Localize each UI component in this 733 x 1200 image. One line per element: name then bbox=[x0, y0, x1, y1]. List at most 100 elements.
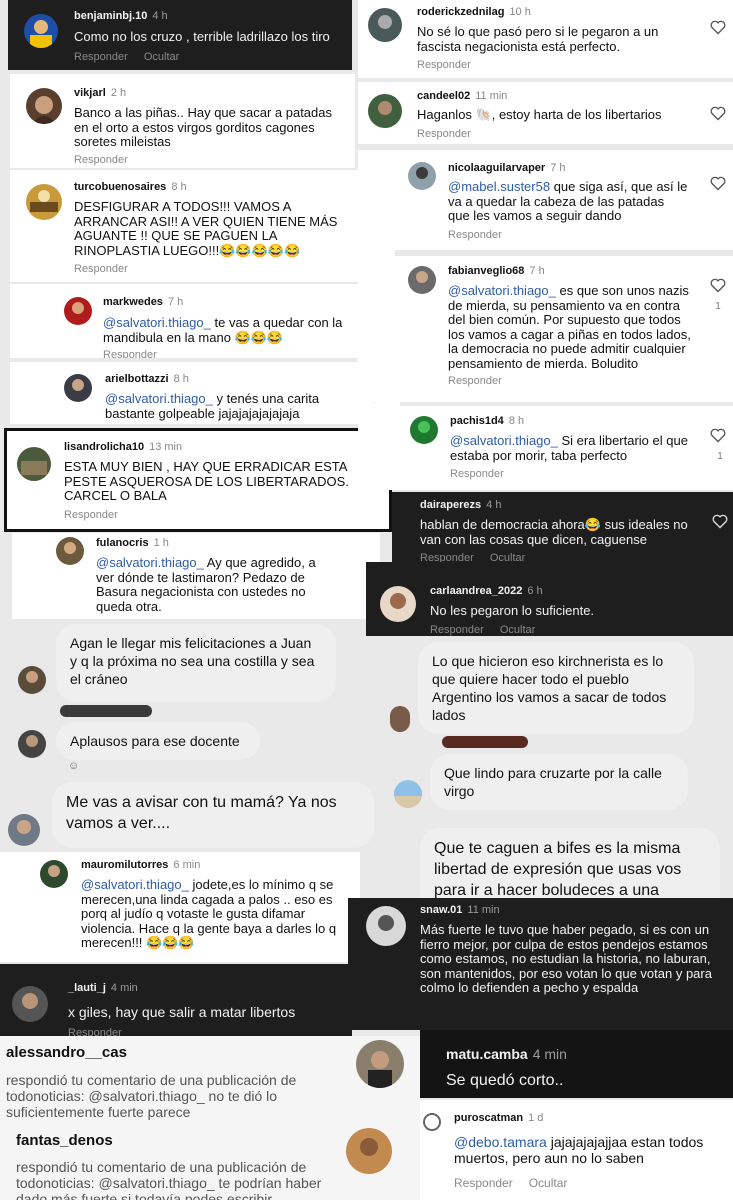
username[interactable]: roderickzednilag bbox=[417, 6, 504, 18]
reply-button[interactable]: Responder bbox=[430, 624, 484, 636]
reply-button[interactable]: Responder bbox=[68, 1027, 122, 1036]
username[interactable]: vikjarl bbox=[74, 87, 106, 99]
avatar[interactable] bbox=[26, 88, 62, 124]
timestamp: 8 h bbox=[173, 373, 189, 385]
avatar[interactable] bbox=[8, 814, 40, 846]
username[interactable]: mauromilutorres bbox=[81, 859, 168, 871]
timestamp: 11 min bbox=[475, 90, 508, 102]
username[interactable]: dairaperezs bbox=[420, 499, 481, 511]
avatar[interactable] bbox=[18, 666, 46, 694]
reply-button[interactable]: Responder bbox=[420, 552, 474, 562]
avatar[interactable] bbox=[408, 266, 436, 294]
heart-icon[interactable] bbox=[712, 514, 728, 529]
avatar[interactable] bbox=[366, 906, 406, 946]
avatar[interactable] bbox=[56, 537, 84, 565]
reply-button[interactable]: Responder bbox=[417, 128, 471, 140]
image-thumbnail[interactable] bbox=[442, 736, 528, 748]
mention-link[interactable]: @salvatori.thiago_ bbox=[450, 433, 558, 448]
mention-link[interactable]: @salvatori.thiago_ bbox=[96, 555, 204, 570]
timestamp: 7 h bbox=[529, 265, 545, 277]
heart-icon[interactable] bbox=[710, 20, 726, 35]
message-bubble: Que te caguen a bifes es la misma libert… bbox=[420, 828, 720, 899]
avatar[interactable] bbox=[346, 1128, 392, 1174]
username[interactable]: snaw.01 bbox=[420, 904, 462, 916]
avatar[interactable] bbox=[64, 374, 92, 402]
notification-alessandro[interactable]: alessandro__cas respondió tu comentario … bbox=[0, 1036, 420, 1124]
timestamp: 10 h bbox=[509, 6, 531, 18]
reply-button[interactable]: Responder bbox=[417, 59, 471, 71]
username[interactable]: _lauti_j bbox=[68, 982, 106, 994]
heart-icon[interactable] bbox=[710, 106, 726, 121]
avatar[interactable] bbox=[394, 780, 422, 808]
reply-button[interactable]: Responder bbox=[103, 349, 157, 358]
reply-button[interactable]: Responder bbox=[450, 468, 504, 480]
username[interactable]: lisandrolicha10 bbox=[64, 441, 144, 453]
avatar[interactable] bbox=[408, 162, 436, 190]
avatar[interactable] bbox=[24, 14, 58, 48]
reply-button[interactable]: Responder bbox=[74, 51, 128, 63]
heart-icon[interactable] bbox=[710, 278, 726, 293]
mention-link[interactable]: @salvatori.thiago_ bbox=[448, 283, 556, 298]
reply-button[interactable]: Responder bbox=[74, 154, 128, 166]
username[interactable]: candeel02 bbox=[417, 90, 470, 102]
reply-button[interactable]: Responder bbox=[454, 1176, 513, 1190]
hide-button[interactable]: Ocultar bbox=[144, 51, 179, 63]
heart-icon[interactable] bbox=[710, 428, 726, 443]
comment-pachis1d4: pachis1d4 8 h @salvatori.thiago_ Si era l… bbox=[358, 406, 733, 490]
avatar[interactable] bbox=[18, 730, 46, 758]
avatar[interactable] bbox=[356, 1040, 404, 1088]
comment-text: Banco a las piñas.. Hay que sacar a pata… bbox=[74, 105, 332, 149]
mention-link[interactable]: @mabel.suster58 bbox=[448, 179, 550, 194]
avatar[interactable] bbox=[40, 860, 68, 888]
mention-link[interactable]: @debo.tamara bbox=[454, 1134, 547, 1150]
mention-link[interactable]: @salvatori.thiago_ bbox=[105, 391, 213, 406]
timestamp: 8 h bbox=[171, 181, 187, 193]
username[interactable]: arielbottazzi bbox=[105, 373, 169, 385]
image-thumbnail[interactable] bbox=[60, 705, 152, 717]
avatar[interactable] bbox=[368, 94, 402, 128]
reply-button[interactable]: Responder bbox=[64, 509, 118, 521]
avatar[interactable] bbox=[12, 986, 48, 1022]
avatar[interactable] bbox=[26, 184, 62, 220]
reply-button[interactable]: Responder bbox=[74, 263, 128, 275]
comment-text: Como no los cruzo , terrible ladrillazo … bbox=[74, 29, 330, 44]
avatar[interactable] bbox=[410, 416, 438, 444]
hide-button[interactable]: Ocultar bbox=[500, 624, 535, 636]
avatar[interactable] bbox=[380, 586, 416, 622]
username[interactable]: fulanocris bbox=[96, 537, 149, 549]
reply-button[interactable]: Responder bbox=[448, 229, 502, 241]
username[interactable]: alessandro__cas bbox=[6, 1044, 127, 1061]
avatar[interactable] bbox=[368, 8, 402, 42]
avatar[interactable] bbox=[422, 1112, 442, 1132]
username[interactable]: matu.camba bbox=[446, 1046, 528, 1062]
username[interactable]: carlaandrea_2022 bbox=[430, 585, 522, 597]
avatar[interactable] bbox=[64, 297, 92, 325]
mention-link[interactable]: @salvatori.thiago_ bbox=[81, 877, 189, 892]
mention-link[interactable]: @salvatori.thiago_ bbox=[103, 315, 211, 330]
timestamp: 13 min bbox=[149, 441, 183, 453]
reply-button[interactable]: Responder bbox=[448, 375, 502, 387]
comment-nicolaaguilarvaper: nicolaaguilarvaper 7 h @mabel.suster58 qu… bbox=[358, 150, 733, 250]
username[interactable]: nicolaaguilarvaper bbox=[448, 162, 545, 174]
avatar[interactable] bbox=[17, 447, 51, 481]
hide-button[interactable]: Ocultar bbox=[490, 552, 525, 562]
comment-turcobuenosaires: turcobuenosaires 8 h DESFIGURAR A TODOS!!… bbox=[10, 170, 395, 282]
username[interactable]: markwedes bbox=[103, 296, 163, 308]
timestamp: 6 min bbox=[173, 859, 201, 871]
username[interactable]: fabianveglio68 bbox=[448, 265, 524, 277]
timestamp: 4 h bbox=[152, 10, 168, 22]
comment-dairaperezs: dairaperezs 4 h hablan de democracia ahor… bbox=[392, 492, 733, 562]
notification-fantas[interactable]: fantas_denos respondió tu comentario de … bbox=[0, 1124, 420, 1200]
hide-button[interactable]: Ocultar bbox=[529, 1176, 568, 1190]
username[interactable]: puroscatman bbox=[454, 1112, 523, 1124]
username[interactable]: turcobuenosaires bbox=[74, 181, 166, 193]
username[interactable]: benjaminbj.10 bbox=[74, 10, 147, 22]
comment-arielbottazzi: arielbottazzi 8 h @salvatori.thiago_ y te… bbox=[10, 362, 400, 424]
reaction-icon[interactable]: ☺ bbox=[68, 760, 79, 772]
avatar[interactable] bbox=[390, 706, 410, 732]
notification-text: respondió tu comentario de una publicaci… bbox=[6, 1072, 297, 1120]
username[interactable]: pachis1d4 bbox=[450, 415, 504, 427]
username[interactable]: fantas_denos bbox=[16, 1132, 113, 1149]
heart-icon[interactable] bbox=[710, 176, 726, 191]
timestamp: 2 h bbox=[110, 87, 127, 99]
